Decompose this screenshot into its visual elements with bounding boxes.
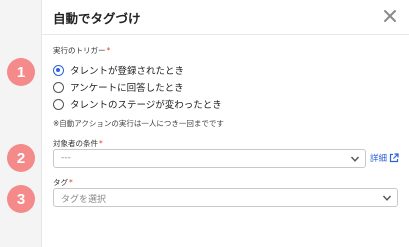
trigger-option-label: タレントが登録されたとき [70, 66, 185, 77]
condition-label-text: 対象者の条件 [53, 139, 98, 148]
step-badge-2: 2 [7, 144, 35, 172]
trigger-option-registered[interactable]: タレントが登録されたとき [53, 63, 184, 77]
detail-link-label: 詳細 [370, 154, 388, 164]
required-mark: * [106, 46, 111, 55]
external-link-icon [389, 153, 399, 163]
panel-title: 自動でタグづけ [53, 11, 141, 26]
radio-icon[interactable] [53, 98, 64, 110]
condition-select-value: --- [61, 153, 71, 163]
required-mark: * [99, 139, 103, 148]
tag-select[interactable]: タグを選択 [53, 188, 398, 207]
trigger-option-label: タレントのステージが変わったとき [70, 100, 222, 111]
condition-select[interactable]: --- [53, 149, 366, 168]
step-badge-1: 1 [7, 58, 35, 86]
radio-icon[interactable] [53, 81, 64, 93]
trigger-option-stage-change[interactable]: タレントのステージが変わったとき [53, 97, 222, 111]
chevron-down-icon [382, 195, 392, 201]
trigger-note: ※自動アクションの実行は一人につき一回までです [53, 119, 224, 128]
detail-link[interactable]: 詳細 [370, 152, 399, 164]
trigger-option-label: アンケートに回答したとき [70, 83, 184, 94]
tag-label-text: タグ [53, 178, 68, 187]
condition-label: 対象者の条件* [53, 138, 103, 149]
auto-tag-panel: 自動でタグづけ 実行のトリガー* タレントが登録されたとき アンケートに回答した… [41, 0, 409, 247]
tag-label: タグ* [53, 177, 73, 188]
trigger-label: 実行のトリガー* [53, 45, 110, 56]
close-icon[interactable] [381, 7, 399, 25]
trigger-label-text: 実行のトリガー [53, 46, 106, 55]
tag-select-placeholder: タグを選択 [61, 195, 107, 205]
chevron-down-icon [350, 156, 360, 162]
required-mark: * [69, 178, 73, 187]
panel-header: 自動でタグづけ [42, 0, 409, 35]
trigger-option-survey[interactable]: アンケートに回答したとき [53, 80, 184, 94]
radio-selected-icon[interactable] [53, 64, 64, 76]
step-badge-3: 3 [7, 185, 35, 213]
